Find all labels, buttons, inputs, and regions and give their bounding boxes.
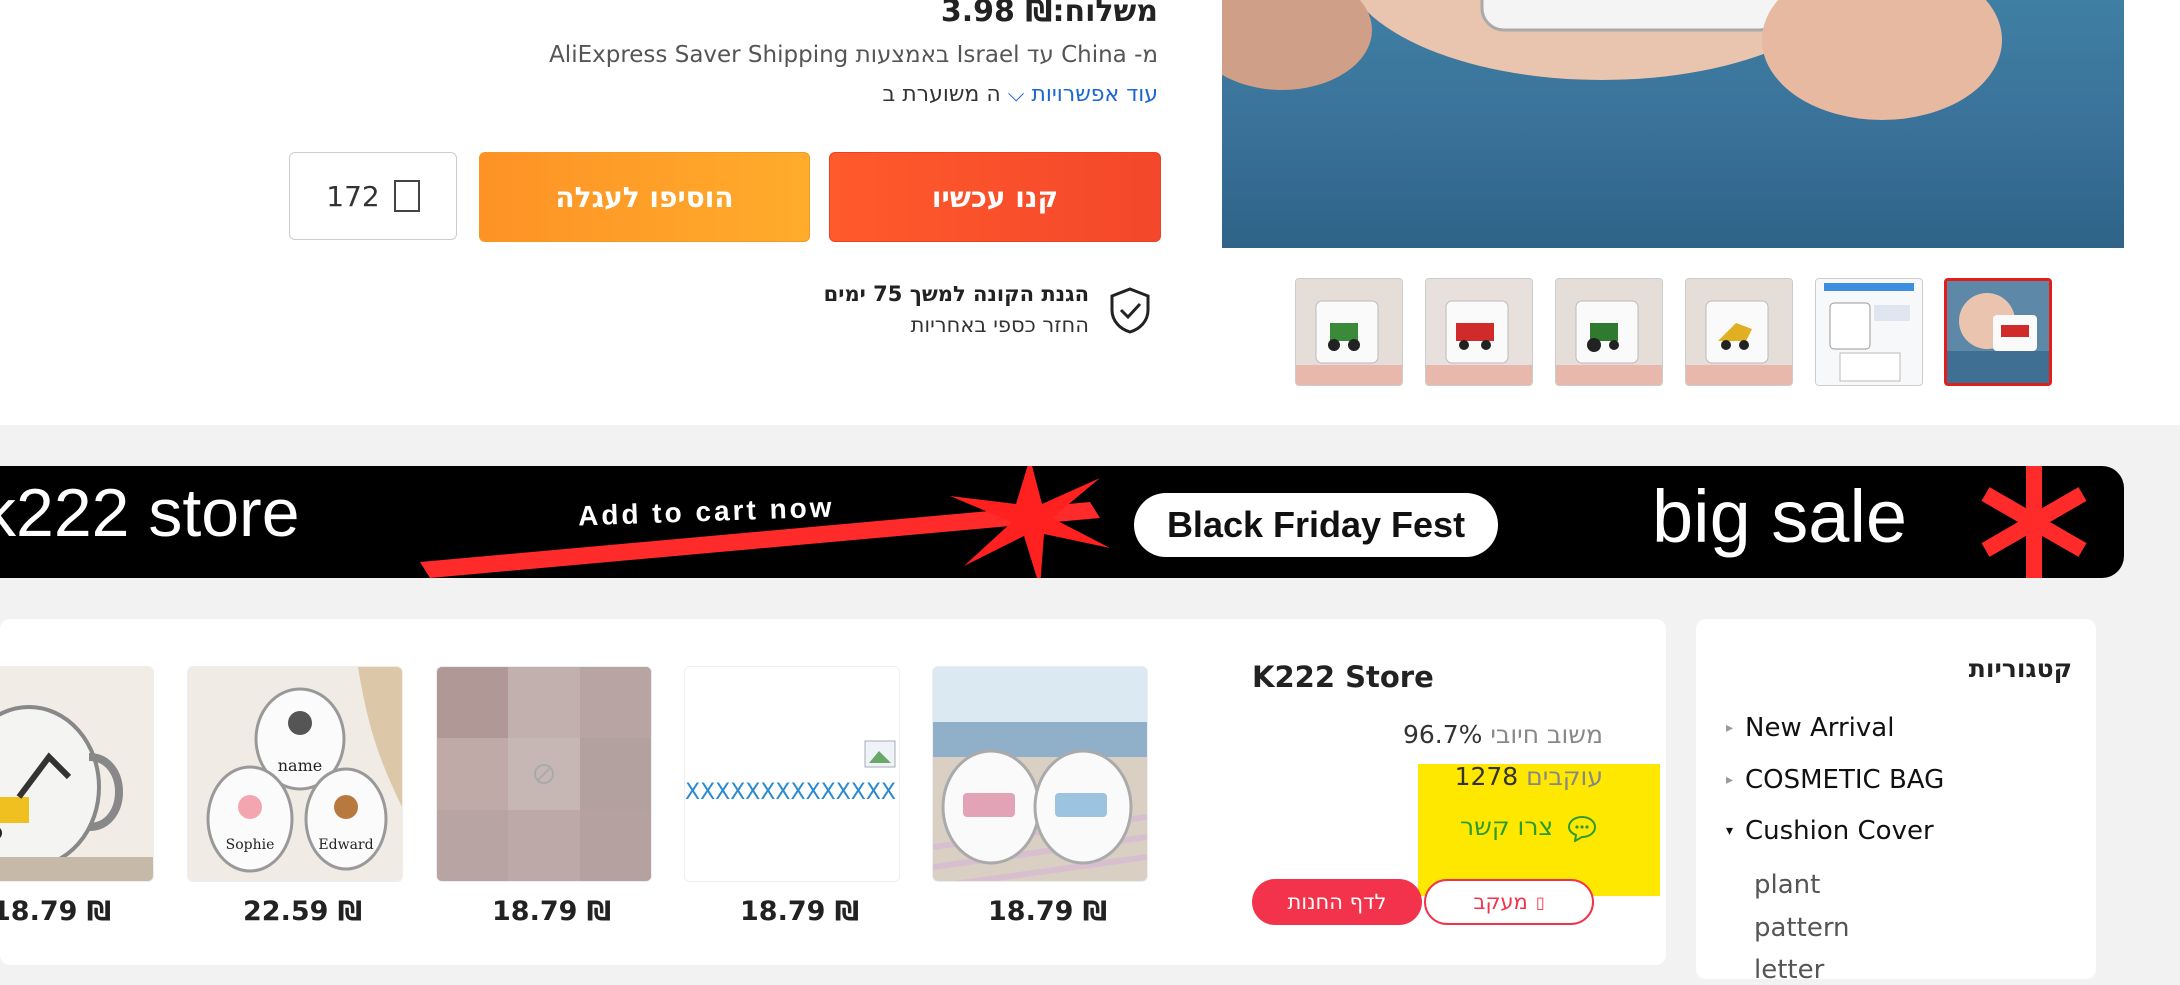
thumbnail-5[interactable]	[1815, 278, 1923, 386]
product-price: 22.59 ₪	[243, 896, 363, 927]
caret-right-icon: ▸	[1726, 772, 1734, 788]
mug-name-text: Edward	[318, 837, 373, 853]
shield-check-icon	[1110, 287, 1150, 334]
follow-store-button[interactable]: מעקב ▯	[1424, 879, 1594, 925]
buy-now-button[interactable]: קנו עכשיו	[829, 152, 1161, 242]
subcategory-pattern[interactable]: pattern	[1754, 913, 1850, 943]
store-product-4-broken[interactable]: XXXXXXXXXXXXXX	[684, 666, 900, 882]
store-product-2[interactable]: name Sophie Edward	[187, 666, 403, 882]
store-name[interactable]: K222 Store	[1252, 660, 1434, 694]
mug-name-text: name	[278, 756, 322, 775]
followers-label: עוקבים	[1526, 762, 1603, 791]
subcategory-letter[interactable]: letter	[1754, 955, 1824, 985]
more-shipping-options: עוד אפשרויות ⌵ ה משוערת ב	[882, 82, 1158, 107]
thumbnail-4[interactable]	[1685, 278, 1793, 386]
follow-label[interactable]: מעקב	[1473, 890, 1527, 914]
buyer-protection-title: הגנת הקונה למשך 75 ימים	[823, 282, 1089, 306]
shipping-cost: משלוח:₪ 3.98	[940, 0, 1158, 29]
thumbnail-3[interactable]	[1555, 278, 1663, 386]
store-followers: עוקבים 1278	[1455, 762, 1603, 791]
main-product-image[interactable]	[1222, 0, 2124, 248]
subcategory-plant[interactable]: plant	[1754, 870, 1820, 900]
product-photo	[1222, 0, 2002, 120]
chevron-down-icon[interactable]: ⌵	[1001, 82, 1032, 107]
banner-store-name: k222 store	[0, 475, 300, 551]
product-price: 18.79 ₪	[740, 896, 860, 927]
followers-value: 1278	[1454, 762, 1519, 791]
quantity-box-icon	[393, 180, 420, 212]
product-price: 18.79 ₪	[988, 896, 1108, 927]
product-price: 18.79 ₪	[0, 896, 112, 927]
visit-store-button[interactable]: לדף החנות	[1252, 879, 1422, 925]
more-options-link[interactable]: עוד אפשרויות	[1031, 82, 1158, 107]
rating-label: משוב חיובי	[1490, 720, 1603, 749]
product-price: 18.79 ₪	[492, 896, 612, 927]
contact-seller-link[interactable]: צרו קשר	[1460, 812, 1597, 843]
follow-plus-icon: ▯	[1535, 892, 1545, 912]
add-to-cart-button[interactable]: הוסיפו לעגלה	[479, 152, 810, 242]
category-new-arrival[interactable]: New Arrival	[1745, 713, 1894, 743]
category-cosmetic-bag[interactable]: COSMETIC BAG	[1745, 765, 1944, 795]
store-product-1[interactable]	[0, 666, 154, 882]
store-product-5[interactable]	[932, 666, 1148, 882]
quantity-stepper[interactable]: 172	[289, 152, 457, 240]
buyer-protection-subtitle: החזר כספי באחריות	[910, 313, 1089, 337]
shipping-route: מ- China עד Israel באמצעות AliExpress Sa…	[549, 42, 1158, 68]
thumbnail-2[interactable]	[1425, 278, 1533, 386]
category-cushion-cover[interactable]: Cushion Cover	[1745, 816, 1934, 846]
chat-bubble-icon	[1568, 815, 1597, 843]
quantity-value[interactable]: 172	[326, 180, 379, 213]
caret-down-icon: ▾	[1726, 823, 1734, 839]
store-product-3-loading[interactable]	[436, 666, 652, 882]
rating-value: 96.7%	[1402, 720, 1483, 749]
caret-right-icon: ▸	[1726, 720, 1734, 736]
thumbnail-6-selected[interactable]	[1944, 278, 2052, 386]
categories-title: קטגוריות	[1968, 654, 2072, 683]
contact-label[interactable]: צרו קשר	[1460, 812, 1553, 841]
broken-image-alt: XXXXXXXXXXXXXX	[685, 780, 896, 805]
mug-name-text: Sophie	[226, 837, 275, 853]
black-friday-badge: Black Friday Fest	[1134, 493, 1498, 557]
estimated-delivery: ה משוערת ב	[882, 82, 1001, 107]
store-rating: משוב חיובי 96.7%	[1403, 720, 1603, 749]
banner-big-sale: big sale	[1652, 475, 1908, 558]
thumbnail-1[interactable]	[1295, 278, 1403, 386]
